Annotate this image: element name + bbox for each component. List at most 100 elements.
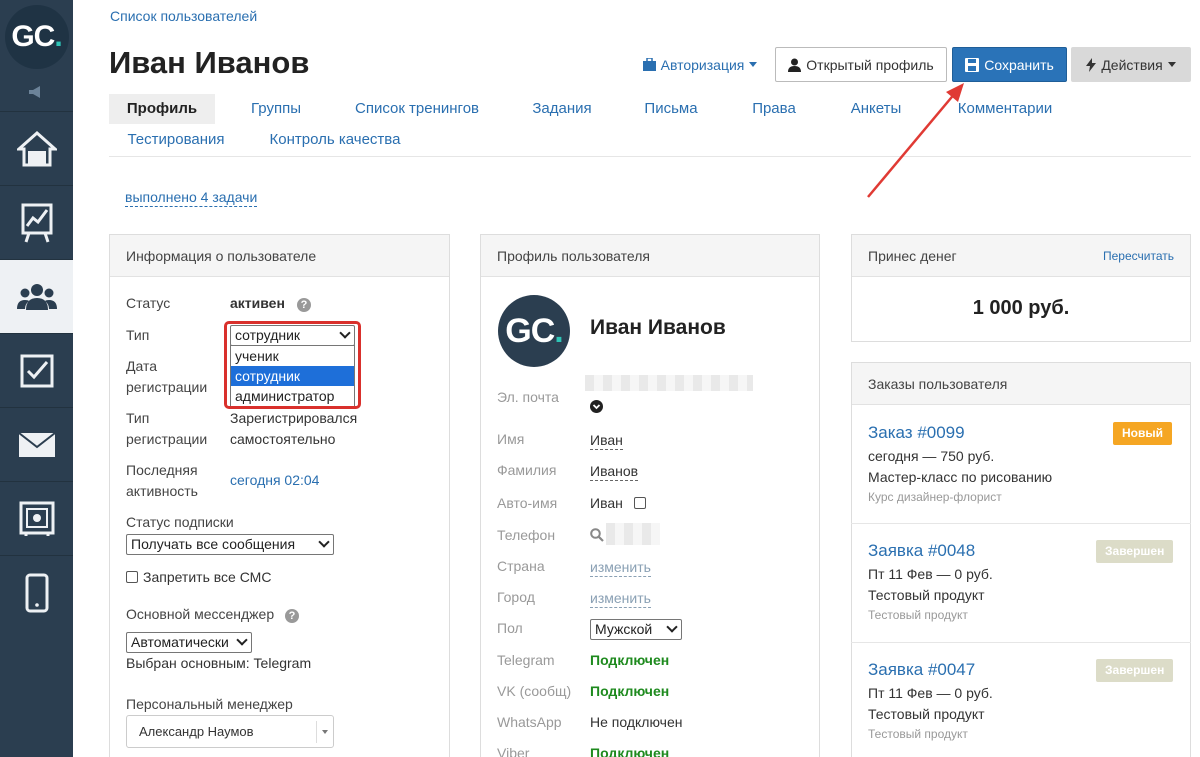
tab-quality-control[interactable]: Контроль качества <box>267 125 403 155</box>
gender-select[interactable]: Мужской <box>590 619 682 640</box>
orders-heading: Заказы пользователя <box>868 375 1008 392</box>
manager-label: Персональный менеджер <box>126 696 293 712</box>
order-line2: Тестовый продукт <box>868 587 985 603</box>
status-badge: Завершен <box>1096 659 1174 682</box>
sidebar-item-home[interactable] <box>0 111 73 185</box>
whatsapp-status: Не подключен <box>590 714 683 730</box>
panel-heading: Принес денег Пересчитать <box>852 235 1190 277</box>
status-value: активен <box>230 295 285 311</box>
floppy-icon <box>965 57 980 72</box>
order-line2: Мастер-класс по рисованию <box>868 469 1053 485</box>
tab-letters[interactable]: Письма <box>636 94 706 124</box>
sidebar-item-mobile[interactable] <box>0 555 73 629</box>
briefcase-icon <box>642 58 656 71</box>
users-icon <box>16 283 57 310</box>
logo-mark: GC. <box>4 4 69 69</box>
messenger-select[interactable]: Автоматически <box>126 632 252 653</box>
sidebar-item-tasks[interactable] <box>0 333 73 407</box>
auto-name-checkbox[interactable] <box>634 496 646 512</box>
subscription-label: Статус подписки <box>126 514 234 530</box>
panel-heading: Заказы пользователя <box>852 363 1190 405</box>
messenger-label: Основной мессенджер <box>126 606 275 622</box>
home-icon <box>16 130 57 166</box>
sidebar-item-stats[interactable] <box>0 185 73 259</box>
reg-date-label-1: Дата <box>126 358 158 374</box>
messenger-value: Автоматически <box>131 634 229 650</box>
money-heading: Принес денег <box>868 247 957 264</box>
vk-status: Подключен <box>590 683 670 699</box>
whatsapp-label: WhatsApp <box>497 714 562 730</box>
auth-label: Авторизация <box>660 56 745 73</box>
tasks-completed-link[interactable]: выполнено 4 задачи <box>125 189 258 207</box>
caret-down-icon <box>322 730 328 734</box>
open-profile-button[interactable]: Открытый профиль <box>775 47 947 82</box>
last-name-label: Фамилия <box>497 462 557 478</box>
order-line1: Пт 11 Фев — 0 руб. <box>868 566 993 582</box>
sidebar-item-users[interactable] <box>0 259 73 333</box>
sidebar-item-mail[interactable] <box>0 407 73 481</box>
subscription-value: Получать все сообщения <box>131 536 296 552</box>
email-redacted <box>585 375 753 391</box>
sidebar-item-safe[interactable] <box>0 481 73 555</box>
order-line3: Тестовый продукт <box>868 608 968 622</box>
reg-type-value-1: Зарегистрировался <box>230 410 358 426</box>
last-name-value[interactable]: Иванов <box>590 463 639 481</box>
mail-icon <box>17 431 56 457</box>
caret-down-icon <box>1167 62 1176 67</box>
tab-assignments[interactable]: Задания <box>523 94 601 124</box>
subscription-select[interactable]: Получать все сообщения <box>126 534 334 555</box>
help-icon[interactable]: ? <box>285 606 299 623</box>
profile-heading: Профиль пользователя <box>497 247 650 264</box>
viber-status: Подключен <box>590 745 670 757</box>
vk-label: VK (сообщ) <box>497 683 572 699</box>
last-activity-value[interactable]: сегодня 02:04 <box>230 470 319 491</box>
phone-icon <box>25 573 48 612</box>
order-title[interactable]: Заявка #0048 <box>868 541 975 561</box>
city-change-link[interactable]: изменить <box>590 590 651 608</box>
type-label: Тип <box>126 327 150 343</box>
tab-testing[interactable]: Тестирования <box>119 125 233 155</box>
telegram-label: Telegram <box>497 652 555 668</box>
search-icon[interactable] <box>590 528 604 545</box>
tab-rights[interactable]: Права <box>743 94 805 124</box>
tab-trainings[interactable]: Список тренингов <box>345 94 489 124</box>
order-line3: Курс дизайнер-флорист <box>868 490 1002 504</box>
breadcrumb[interactable]: Список пользователей <box>110 8 257 24</box>
actions-button[interactable]: Действия <box>1071 47 1191 82</box>
safe-icon <box>19 501 54 536</box>
tab-groups[interactable]: Группы <box>239 94 313 124</box>
chevron-down-icon <box>666 621 678 633</box>
auto-name-value: Иван <box>590 495 623 511</box>
block-sms-label[interactable]: Запретить все СМС <box>143 567 271 588</box>
profile-name: Иван Иванов <box>590 316 726 339</box>
avatar[interactable]: GC. <box>498 295 570 367</box>
highlight-box <box>224 321 361 409</box>
block-sms-checkbox[interactable] <box>126 570 138 586</box>
tab-profile[interactable]: Профиль <box>109 94 215 124</box>
status-badge: Завершен <box>1096 540 1174 563</box>
help-icon[interactable]: ? <box>297 295 311 312</box>
order-line2: Тестовый продукт <box>868 706 985 722</box>
auto-name-label: Авто-имя <box>497 495 558 511</box>
first-name-label: Имя <box>497 431 525 447</box>
recalculate-link[interactable]: Пересчитать <box>1103 249 1174 263</box>
annotation-arrow <box>867 83 964 198</box>
order-title[interactable]: Заявка #0047 <box>868 660 975 680</box>
auth-button[interactable]: Авторизация <box>640 47 760 82</box>
megaphone-icon[interactable] <box>0 73 73 111</box>
reg-type-value-2: самостоятельно <box>230 431 336 447</box>
order-title[interactable]: Заказ #0099 <box>868 423 965 443</box>
manager-select[interactable]: Александр Наумов <box>126 715 334 748</box>
logo-text: GC <box>11 19 55 53</box>
chevron-circle-icon[interactable] <box>590 400 603 416</box>
logo[interactable]: GC. <box>0 0 73 73</box>
checkbox-icon <box>20 354 53 387</box>
chart-board-icon <box>21 203 52 242</box>
country-change-link[interactable]: изменить <box>590 559 651 577</box>
chevron-down-icon <box>236 634 248 646</box>
first-name-value[interactable]: Иван <box>590 432 623 450</box>
viber-label: Viber <box>497 745 530 757</box>
avatar-dot: . <box>554 311 564 350</box>
save-button[interactable]: Сохранить <box>952 47 1067 82</box>
open-profile-label: Открытый профиль <box>806 56 934 73</box>
